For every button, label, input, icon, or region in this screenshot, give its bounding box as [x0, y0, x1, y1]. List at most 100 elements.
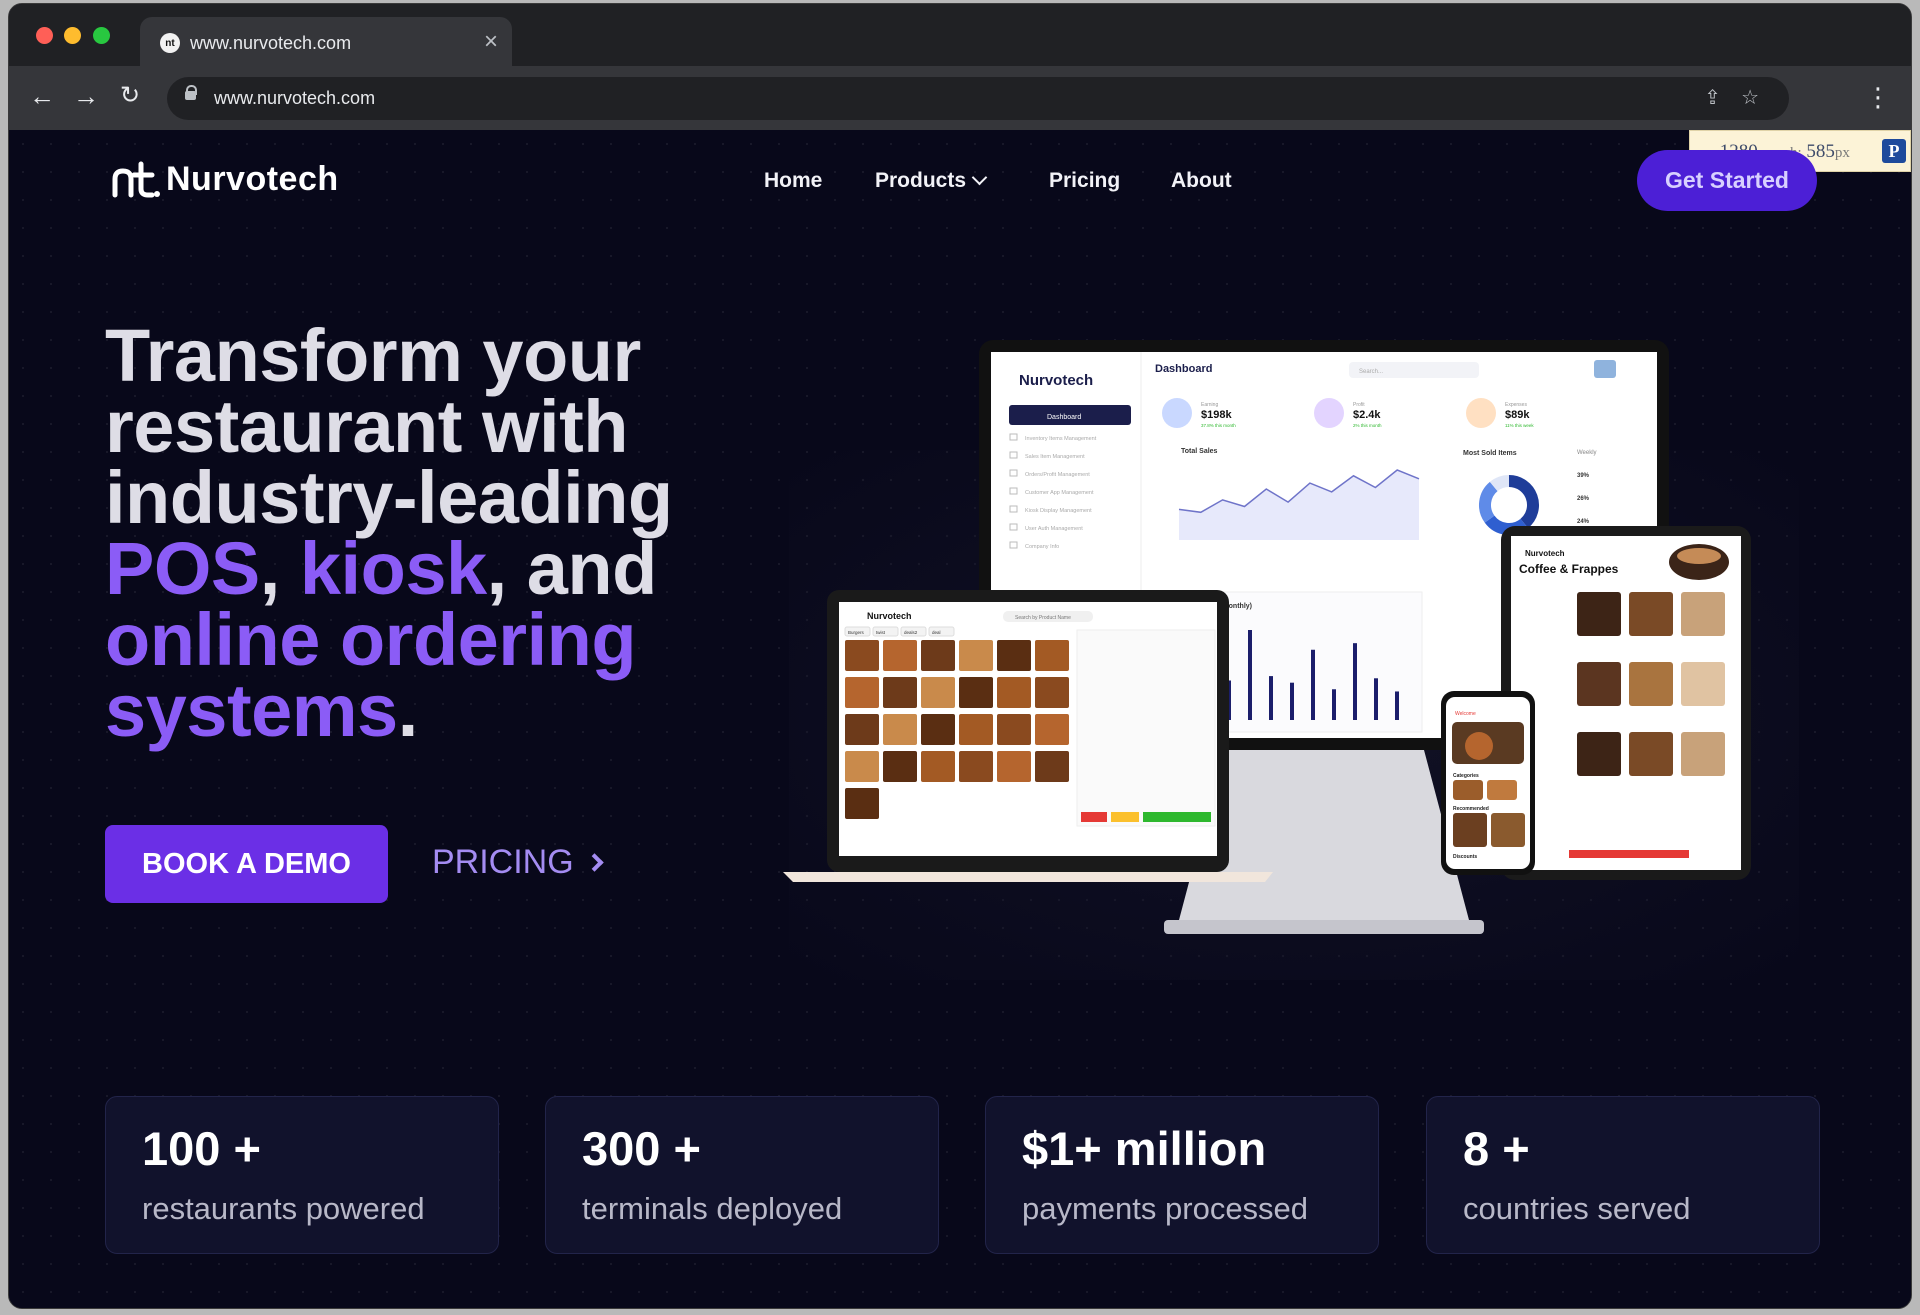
url-text[interactable]: www.nurvotech.com: [214, 88, 375, 109]
stat-label: terminals deployed: [582, 1191, 843, 1226]
chevron-down-icon: [971, 169, 988, 186]
minimize-window-button[interactable]: [64, 27, 81, 44]
laptop-food-image: [1035, 751, 1069, 782]
book-demo-button[interactable]: BOOK A DEMO: [105, 825, 388, 903]
hero-online-ordering: online ordering: [105, 598, 637, 681]
laptop-order-panel: [1076, 629, 1216, 827]
bookmark-star-icon[interactable]: ☆: [1741, 85, 1759, 110]
paypal-extension-icon[interactable]: P: [1882, 139, 1906, 163]
donut-slice: [1489, 475, 1510, 492]
tablet-product-image: [1681, 732, 1725, 776]
nav-home[interactable]: Home: [764, 169, 822, 193]
close-tab-icon[interactable]: ×: [484, 28, 498, 56]
hero-line-1: Transform your: [105, 314, 641, 397]
stat-label: countries served: [1463, 1191, 1691, 1226]
browser-tab[interactable]: nt www.nurvotech.com ×: [140, 17, 512, 68]
laptop-food-image: [921, 677, 955, 708]
pricing-link[interactable]: PRICING: [432, 843, 604, 882]
tablet-product-image: [1629, 592, 1673, 636]
nav-about[interactable]: About: [1171, 169, 1232, 193]
donut-pct: 24%: [1577, 519, 1590, 525]
laptop-food-image: [1035, 640, 1069, 671]
monitor-sidebar-item: Sales Item Management: [1025, 454, 1085, 460]
monitor-total-sales: Total Sales: [1181, 448, 1218, 455]
monitor-most-sold: Most Sold Items: [1463, 450, 1517, 457]
monitor-sidebar-active-label: Dashboard: [1047, 414, 1081, 421]
close-window-button[interactable]: [36, 27, 53, 44]
laptop-food-image: [997, 751, 1031, 782]
monitor-sidebar-item: Kiosk Display Management: [1025, 508, 1092, 514]
favicon-icon: nt: [160, 33, 180, 53]
laptop-food-image: [845, 788, 879, 819]
laptop-brand: Nurvotech: [867, 611, 912, 621]
maximize-window-button[interactable]: [93, 27, 110, 44]
stat-label: payments processed: [1022, 1191, 1309, 1226]
orders-bar: [1395, 691, 1399, 720]
monitor-sidebar-item: Customer App Management: [1025, 490, 1094, 496]
kpi-icon: [1314, 398, 1344, 428]
laptop-food-image: [921, 751, 955, 782]
kpi-value: $89k: [1505, 409, 1530, 421]
nurvotech-logo-icon: [112, 161, 160, 197]
laptop-food-image: [883, 640, 917, 671]
tab-title: www.nurvotech.com: [190, 33, 352, 53]
stat-card: 8 + countries served: [1426, 1096, 1820, 1254]
tablet-checkout-bar: [1569, 850, 1689, 858]
address-bar[interactable]: www.nurvotech.com ⇪ ☆: [167, 77, 1789, 120]
stat-value: 100 +: [142, 1122, 261, 1175]
forward-arrow-icon[interactable]: →: [69, 81, 103, 111]
tablet-product-image: [1681, 662, 1725, 706]
laptop-food-image: [959, 640, 993, 671]
kpi-delta: 11% this week: [1505, 423, 1534, 428]
kpi-label: Expenses: [1505, 402, 1527, 408]
kpi-icon: [1162, 398, 1192, 428]
monitor-sidebar-item: Company Info: [1025, 544, 1059, 550]
stat-value: $1+ million: [1022, 1122, 1267, 1175]
laptop-food-image: [1035, 714, 1069, 745]
stat-label: restaurants powered: [142, 1191, 425, 1226]
tablet-product-image: [1681, 592, 1725, 636]
laptop-food-image: [921, 714, 955, 745]
laptop-food-image: [921, 640, 955, 671]
device-mockups-image: Nurvotech Dashboard Inventory Items Mana…: [769, 330, 1799, 1050]
laptop-food-image: [959, 714, 993, 745]
monitor-avatar: [1594, 360, 1616, 378]
site-logo[interactable]: Nurvotech: [112, 160, 339, 199]
nav-products[interactable]: Products: [875, 169, 988, 193]
phone-recommended: Recommended: [1453, 806, 1489, 812]
laptop-food-image: [883, 751, 917, 782]
orders-bar: [1311, 649, 1315, 720]
orders-bar: [1374, 678, 1378, 720]
laptop-food-image: [997, 714, 1031, 745]
share-icon[interactable]: ⇪: [1704, 85, 1721, 110]
orders-bar: [1269, 676, 1273, 720]
reload-icon[interactable]: ↻: [113, 81, 147, 111]
height-value: 585: [1806, 141, 1835, 162]
monitor-weekly: Weekly: [1577, 450, 1597, 456]
stat-card: $1+ million payments processed: [985, 1096, 1379, 1254]
laptop-category-label: Burgers: [848, 630, 865, 635]
monitor-sidebar-item: User Auth Management: [1025, 526, 1083, 532]
tablet-product-image: [1577, 662, 1621, 706]
hero-line-2: restaurant with: [105, 385, 628, 468]
lock-icon: [185, 85, 197, 100]
laptop-food-image: [997, 640, 1031, 671]
laptop-food-image: [959, 751, 993, 782]
donut-pct: 26%: [1577, 496, 1590, 502]
laptop-food-image: [845, 677, 879, 708]
back-arrow-icon[interactable]: ←: [25, 81, 59, 111]
browser-menu-icon[interactable]: ⋮: [1865, 82, 1891, 112]
nav-pricing[interactable]: Pricing: [1049, 169, 1120, 193]
monitor-search-text: Search...: [1359, 369, 1383, 375]
stat-value: 300 +: [582, 1122, 701, 1175]
get-started-button[interactable]: Get Started: [1637, 150, 1817, 211]
tablet-product-image: [1629, 662, 1673, 706]
laptop-search: Search by Product Name: [1015, 615, 1071, 621]
kpi-delta: 37.8% this month: [1201, 423, 1236, 428]
monitor-title: Dashboard: [1155, 363, 1212, 375]
stat-card: 100 + restaurants powered: [105, 1096, 499, 1254]
orders-bar: [1248, 630, 1252, 720]
chevron-right-icon: [584, 853, 604, 872]
tablet-product-image: [1577, 592, 1621, 636]
hero-line-3: industry-leading: [105, 456, 673, 539]
